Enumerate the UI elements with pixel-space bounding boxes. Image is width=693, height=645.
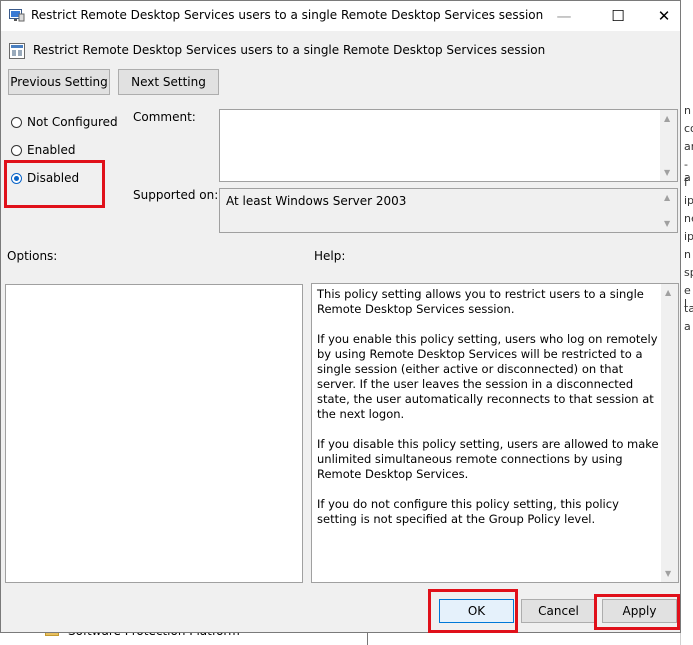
background-window-edge: ncoar-afipneipnspe ltaa	[680, 0, 693, 645]
scroll-down-arrow-icon[interactable]: ▼	[664, 168, 670, 177]
close-button[interactable]: ✕	[641, 1, 687, 31]
help-paragraph: If you disable this policy setting, user…	[317, 437, 659, 481]
radio-circle[interactable]	[11, 144, 22, 156]
apply-button[interactable]: Apply	[602, 599, 677, 623]
radio-circle[interactable]	[11, 116, 22, 128]
window-title: Restrict Remote Desktop Services users t…	[31, 8, 544, 22]
policy-window-icon	[9, 8, 25, 22]
previous-setting-button[interactable]: Previous Setting	[8, 69, 110, 95]
radio-circle-selected[interactable]	[11, 172, 22, 184]
background-text-fragment: n	[684, 104, 691, 117]
radio-enabled[interactable]: Enabled	[11, 143, 76, 157]
help-text: This policy setting allows you to restri…	[317, 287, 659, 542]
scroll-up-arrow-icon[interactable]: ▲	[665, 288, 671, 297]
radio-disabled[interactable]: Disabled	[11, 171, 79, 185]
background-text-fragment: ta	[684, 302, 693, 315]
scroll-down-arrow-icon[interactable]: ▼	[665, 569, 671, 578]
radio-label: Disabled	[27, 171, 80, 185]
scroll-down-arrow-icon[interactable]: ▼	[664, 219, 670, 228]
background-text-fragment: n	[684, 248, 691, 261]
background-text-fragment: f	[684, 176, 688, 189]
supported-on-field: At least Windows Server 2003 ▲ ▼	[219, 188, 678, 233]
supported-on-label: Supported on:	[133, 188, 219, 202]
comment-field[interactable]: ▲ ▼	[219, 109, 678, 182]
radio-label: Enabled	[27, 143, 76, 157]
help-label: Help:	[314, 249, 346, 263]
comment-label: Comment:	[133, 110, 196, 124]
background-text-fragment: ip	[684, 194, 693, 207]
cancel-button[interactable]: Cancel	[521, 599, 596, 623]
background-text-fragment: sp	[684, 266, 693, 279]
next-setting-button[interactable]: Next Setting	[118, 69, 219, 95]
maximize-button[interactable]: ☐	[595, 1, 641, 31]
minimize-button[interactable]: —	[541, 1, 587, 31]
comment-scrollbar[interactable]: ▲ ▼	[660, 110, 677, 181]
supported-on-value: At least Windows Server 2003	[226, 194, 407, 208]
ok-button[interactable]: OK	[439, 599, 514, 623]
options-label: Options:	[7, 249, 58, 263]
setting-title: Restrict Remote Desktop Services users t…	[33, 43, 546, 57]
background-text-fragment: a	[684, 320, 691, 333]
radio-label: Not Configured	[27, 115, 118, 129]
help-paragraph: If you enable this policy setting, users…	[317, 332, 658, 421]
help-paragraph: If you do not configure this policy sett…	[317, 497, 619, 526]
options-panel	[5, 284, 303, 583]
help-paragraph: This policy setting allows you to restri…	[317, 287, 644, 316]
title-bar[interactable]: Restrict Remote Desktop Services users t…	[1, 1, 680, 31]
radio-not-configured[interactable]: Not Configured	[11, 115, 118, 129]
background-text-fragment: ne	[684, 212, 693, 225]
scroll-up-arrow-icon[interactable]: ▲	[664, 114, 670, 123]
background-text-fragment: ip	[684, 230, 693, 243]
scroll-up-arrow-icon[interactable]: ▲	[664, 193, 670, 202]
policy-setting-icon	[9, 43, 25, 59]
help-scrollbar[interactable]: ▲ ▼	[661, 284, 678, 582]
policy-dialog: Restrict Remote Desktop Services users t…	[0, 0, 681, 633]
background-text-fragment: ar	[684, 140, 693, 153]
supported-scrollbar[interactable]: ▲ ▼	[660, 189, 677, 232]
help-panel[interactable]: This policy setting allows you to restri…	[311, 283, 679, 583]
background-text-fragment: co	[684, 122, 693, 135]
